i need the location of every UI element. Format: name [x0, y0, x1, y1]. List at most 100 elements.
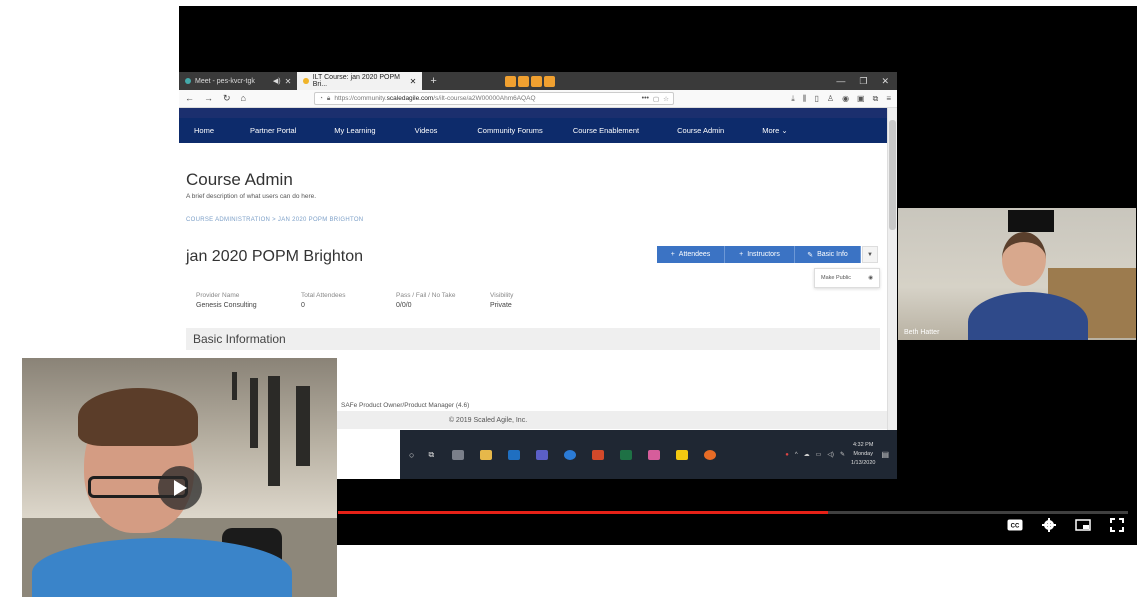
miniplayer-button[interactable] [1075, 518, 1091, 532]
minimize-icon[interactable]: — [836, 76, 845, 87]
extension-icon[interactable] [517, 75, 529, 87]
nav-course-admin[interactable]: Course Admin [677, 126, 724, 135]
extension-icons [504, 75, 555, 87]
more-actions-dropdown[interactable]: ▼ [862, 246, 878, 263]
plus-icon: + [670, 251, 675, 258]
browser-nav-bar: ← → ↻ ⌂ ◔ 🔒︎ https://community.scaledagi… [179, 90, 897, 108]
eye-icon: ◉ [868, 275, 873, 281]
scroll-thumb[interactable] [889, 120, 896, 230]
page-actions-icon[interactable]: ••• [642, 95, 649, 102]
download-icon[interactable]: ⤓ [791, 94, 795, 104]
sidebar-icon[interactable]: ▯ [814, 94, 818, 104]
progress-bar[interactable] [338, 511, 1128, 514]
chevron-down-icon: ⌄ [781, 126, 788, 135]
new-tab-button[interactable]: + [422, 75, 444, 87]
basic-info-button[interactable]: ✎ Basic Info [795, 246, 861, 263]
stat-label: Total Attendees [301, 292, 346, 299]
sticky-notes-icon[interactable] [676, 449, 689, 460]
add-attendees-button[interactable]: + Attendees [657, 246, 725, 263]
container-icon[interactable]: ▣ [857, 94, 865, 104]
chevron-up-icon[interactable]: ^ [795, 452, 798, 458]
task-view-icon[interactable]: ⧉ [428, 450, 434, 460]
search-icon[interactable]: ○ [409, 450, 414, 460]
extension-icon[interactable] [504, 75, 516, 87]
meet-favicon-icon [185, 78, 191, 84]
extension-icon[interactable] [530, 75, 542, 87]
teams-icon[interactable] [536, 449, 549, 460]
stat-label: Visibility [490, 292, 514, 299]
browser-tab-meet[interactable]: Meet - pes-kvcr-tgk ◀) ✕ [179, 72, 297, 90]
webcam-overlay[interactable] [22, 358, 337, 597]
svg-text:CC: CC [1011, 524, 1020, 530]
taskbar-clock[interactable]: 4:32 PM Monday 1/13/2020 [851, 441, 875, 468]
extensions-icon[interactable]: ⧉ [873, 94, 879, 104]
account-icon[interactable]: ♙ [827, 94, 834, 104]
site-header-strip [179, 108, 887, 118]
firefox-icon[interactable] [704, 449, 717, 460]
section-header[interactable]: Basic Information [186, 328, 880, 350]
close-tab-icon[interactable]: ✕ [285, 77, 292, 86]
breadcrumb[interactable]: COURSE ADMINISTRATION > JAN 2020 POPM BR… [186, 217, 363, 223]
pocket-icon[interactable]: ▢ [653, 95, 659, 103]
add-instructors-button[interactable]: + Instructors [725, 246, 795, 263]
play-button[interactable] [158, 466, 202, 510]
pen-icon[interactable]: ✎ [840, 451, 845, 458]
onedrive-icon[interactable]: ☁ [804, 451, 810, 458]
excel-icon[interactable] [620, 449, 633, 460]
extension-icon[interactable] [543, 75, 555, 87]
page-scrollbar[interactable] [887, 108, 897, 479]
file-explorer-icon[interactable] [480, 449, 493, 460]
course-product: SAFe Product Owner/Product Manager (4.6) [341, 402, 470, 409]
home-icon[interactable]: ⌂ [241, 93, 246, 104]
page-description: A brief description of what users can do… [186, 193, 317, 200]
outlook-icon[interactable] [508, 449, 521, 460]
button-label: Attendees [678, 251, 711, 258]
fullscreen-icon [1110, 518, 1124, 532]
button-label: Basic Info [817, 251, 848, 258]
browser-tab-course[interactable]: ILT Course: jan 2020 POPM Bri... ✕ [297, 72, 423, 90]
nav-more[interactable]: More ⌄ [762, 126, 787, 135]
restore-icon[interactable]: ❐ [859, 76, 867, 87]
system-tray: ● ^ ☁ ▭ ◁) ✎ 4:32 PM Monday 1/13/2020 ▤ [785, 441, 897, 468]
fullscreen-button[interactable] [1109, 518, 1125, 532]
nav-my-learning[interactable]: My Learning [334, 126, 375, 135]
nav-videos[interactable]: Videos [415, 126, 438, 135]
settings-button[interactable] [1041, 518, 1057, 532]
network-icon[interactable]: ▭ [816, 451, 822, 458]
miniplayer-icon [1075, 519, 1091, 531]
back-icon[interactable]: ← [185, 93, 194, 104]
tray-app-icon[interactable]: ● [785, 452, 789, 458]
paint-icon[interactable] [648, 449, 661, 460]
nav-partner-portal[interactable]: Partner Portal [250, 126, 296, 135]
copyright: © 2019 Scaled Agile, Inc. [448, 416, 528, 424]
clock-time: 4:32 PM [852, 442, 874, 448]
clock-date: 1/13/2020 [850, 460, 876, 466]
reload-icon[interactable]: ↻ [223, 93, 231, 104]
nav-community-forums[interactable]: Community Forums [477, 126, 542, 135]
library-icon[interactable]: ⫼ [803, 94, 807, 104]
close-tab-icon[interactable]: ✕ [410, 77, 417, 86]
forward-icon[interactable]: → [204, 93, 213, 104]
addon-icon[interactable]: ◉ [842, 94, 849, 104]
app-icon[interactable] [452, 449, 465, 460]
notifications-icon[interactable]: ▤ [881, 450, 889, 459]
menu-icon[interactable]: ≡ [886, 94, 891, 104]
address-bar[interactable]: ◔ 🔒︎ https://community.scaledagile.com/s… [313, 92, 674, 105]
nav-more-label: More [762, 126, 780, 135]
captions-icon: CC [1007, 519, 1023, 531]
powerpoint-icon[interactable] [592, 449, 605, 460]
url-prefix: https://community. [334, 95, 387, 102]
edge-icon[interactable] [564, 449, 577, 460]
pencil-icon: ✎ [807, 251, 814, 259]
volume-icon[interactable]: ◁) [827, 451, 834, 458]
close-window-icon[interactable]: ✕ [881, 76, 889, 87]
make-public-item[interactable]: Make Public [821, 275, 851, 281]
stat-value: Private [490, 302, 512, 309]
nav-home[interactable]: Home [194, 126, 214, 135]
bookmark-star-icon[interactable]: ☆ [663, 95, 669, 103]
nav-course-enablement[interactable]: Course Enablement [573, 126, 639, 135]
button-label: Instructors [747, 251, 780, 258]
windows-taskbar: ○ ⧉ ● ^ ☁ ▭ ◁) ✎ 4:32 PM Monday 1/13/202… [400, 430, 897, 479]
captions-button[interactable]: CC [1007, 518, 1023, 532]
participant-body [968, 292, 1088, 340]
